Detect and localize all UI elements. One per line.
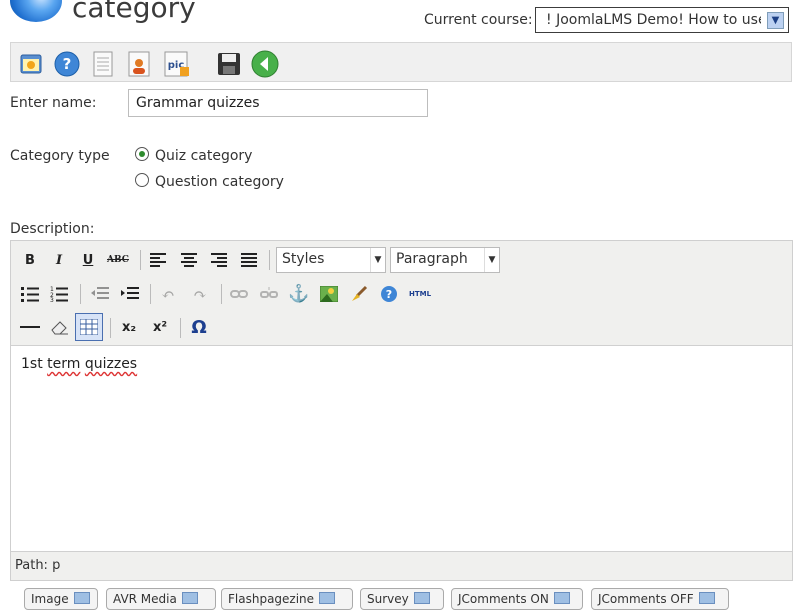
back-icon[interactable] <box>251 50 279 78</box>
outdent-icon[interactable] <box>89 283 111 305</box>
button-label: JComments OFF <box>598 592 694 606</box>
redo-icon[interactable]: ↷ <box>189 283 211 305</box>
avr-media-button[interactable]: AVR Media <box>106 588 216 610</box>
quiz-category-label[interactable]: Quiz category <box>155 148 252 164</box>
flashpagezine-button[interactable]: Flashpagezine <box>221 588 353 610</box>
align-justify-icon[interactable] <box>238 249 260 271</box>
toolbar-separator <box>110 318 111 338</box>
editor-toolbar: B I U ABC Styles ▼ Paragraph ▼ 1 2 3 ↶ ↷… <box>11 241 792 346</box>
table-icon[interactable] <box>75 313 103 341</box>
button-icon <box>73 592 90 604</box>
image-extension-button[interactable]: Image <box>24 588 98 610</box>
picture-icon[interactable]: pic <box>163 50 191 78</box>
button-label: Flashpagezine <box>228 592 315 606</box>
bullet-list-icon[interactable] <box>19 283 41 305</box>
toolbar-separator <box>150 284 151 304</box>
toolbar-separator <box>269 250 270 270</box>
question-category-radio[interactable] <box>135 173 149 187</box>
paragraph-select[interactable]: Paragraph ▼ <box>390 247 500 273</box>
subscript-button[interactable]: x₂ <box>118 316 140 338</box>
editor-status-bar: Path: p <box>11 551 792 580</box>
document-icon[interactable] <box>89 50 117 78</box>
path-label: Path: p <box>15 558 61 573</box>
chevron-down-icon[interactable]: ▼ <box>484 248 499 272</box>
html-source-button[interactable]: HTML <box>404 283 436 305</box>
align-left-icon[interactable] <box>147 249 169 271</box>
current-course-value: ! JoomlaLMS Demo! How to use <box>546 12 761 28</box>
jcomments-on-button[interactable]: JComments ON <box>451 588 583 610</box>
logo-icon <box>10 0 62 22</box>
button-icon <box>181 592 198 604</box>
link-icon[interactable] <box>228 283 250 305</box>
bold-button[interactable]: B <box>19 249 41 271</box>
svg-text:?: ? <box>63 55 72 73</box>
numbered-list-icon[interactable]: 123 <box>48 283 70 305</box>
unlink-icon[interactable] <box>258 283 280 305</box>
button-label: JComments ON <box>458 592 549 606</box>
toolbar-separator <box>140 250 141 270</box>
undo-icon[interactable]: ↶ <box>157 283 179 305</box>
quiz-category-radio[interactable] <box>135 147 149 161</box>
italic-button[interactable]: I <box>48 249 70 271</box>
help-icon[interactable]: ? <box>378 283 400 305</box>
button-label: AVR Media <box>113 592 177 606</box>
toolbar-separator <box>221 284 222 304</box>
category-type-label: Category type <box>10 148 110 164</box>
chevron-down-icon[interactable]: ▼ <box>370 248 385 272</box>
rich-text-editor: B I U ABC Styles ▼ Paragraph ▼ 1 2 3 ↶ ↷… <box>10 240 793 581</box>
button-label: Image <box>31 592 69 606</box>
svg-text:3: 3 <box>50 297 54 302</box>
question-category-label[interactable]: Question category <box>155 174 284 190</box>
toolbar-separator <box>80 284 81 304</box>
paragraph-select-value: Paragraph <box>396 251 468 267</box>
current-course-label: Current course: <box>424 12 533 28</box>
help-icon[interactable]: ? <box>53 50 81 78</box>
button-icon <box>698 592 715 604</box>
content-text: 1st <box>21 356 48 372</box>
special-char-button[interactable]: Ω <box>188 316 210 338</box>
align-right-icon[interactable] <box>208 249 230 271</box>
content-text: term <box>47 356 81 372</box>
current-course-select[interactable]: ! JoomlaLMS Demo! How to use ▼ <box>535 7 789 33</box>
name-label: Enter name: <box>10 95 97 111</box>
svg-text:?: ? <box>386 288 392 301</box>
main-toolbar: ? pic <box>10 42 792 82</box>
cleanup-icon[interactable] <box>348 283 370 305</box>
styles-select-value: Styles <box>282 251 325 267</box>
survey-button[interactable]: Survey <box>360 588 444 610</box>
content-text: quizzes <box>84 356 138 372</box>
button-icon <box>413 592 430 604</box>
styles-select[interactable]: Styles ▼ <box>276 247 386 273</box>
toolbar-separator <box>180 318 181 338</box>
image-icon[interactable] <box>318 283 340 305</box>
page-title: category <box>72 0 196 24</box>
settings-icon[interactable] <box>17 50 45 78</box>
save-icon[interactable] <box>215 50 243 78</box>
underline-button[interactable]: U <box>77 249 99 271</box>
superscript-button[interactable]: x² <box>149 316 171 338</box>
anchor-icon[interactable]: ⚓ <box>288 283 310 305</box>
name-input[interactable] <box>128 89 428 117</box>
horizontal-rule-icon[interactable] <box>19 316 41 338</box>
button-icon <box>319 592 336 604</box>
button-icon <box>553 592 570 604</box>
button-label: Survey <box>367 592 409 606</box>
user-page-icon[interactable] <box>125 50 153 78</box>
description-label: Description: <box>10 221 95 237</box>
eraser-icon[interactable] <box>48 316 70 338</box>
indent-icon[interactable] <box>119 283 141 305</box>
jcomments-off-button[interactable]: JComments OFF <box>591 588 729 610</box>
strikethrough-button[interactable]: ABC <box>107 249 129 271</box>
chevron-down-icon[interactable]: ▼ <box>767 12 784 29</box>
align-center-icon[interactable] <box>178 249 200 271</box>
editor-content[interactable]: 1st term quizzes <box>21 356 137 372</box>
